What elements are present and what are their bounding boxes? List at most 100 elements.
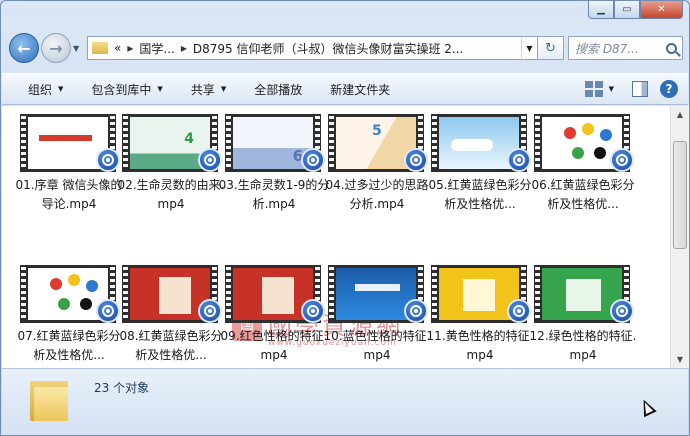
breadcrumb-overflow[interactable]: «	[114, 41, 121, 55]
file-item[interactable]: 12.绿色性格的特征.mp4	[530, 261, 636, 368]
film-reel-icon	[507, 299, 531, 323]
thumbnail-dot	[80, 298, 92, 310]
arrow-right-icon: →	[49, 38, 63, 58]
file-name: 10.蓝色性格的特征.mp4	[323, 329, 431, 362]
file-name: 07.红黄蓝绿色彩分析及性格优...	[17, 329, 121, 362]
forward-button[interactable]: →	[41, 33, 71, 63]
film-reel-icon	[301, 299, 325, 323]
organize-button[interactable]: 组织 ▼	[28, 81, 63, 98]
film-reel-icon	[301, 148, 325, 172]
film-reel-icon	[507, 148, 531, 172]
mouse-cursor-icon	[637, 396, 657, 418]
view-dropdown-icon[interactable]: ▼	[609, 85, 614, 93]
play-all-button[interactable]: 全部播放	[254, 81, 302, 98]
close-button[interactable]: ✕	[640, 1, 683, 19]
file-name: 03.生命灵数1-9的分析.mp4	[218, 178, 330, 211]
file-name: 12.绿色性格的特征.mp4	[529, 329, 637, 362]
help-icon[interactable]: ?	[660, 80, 678, 98]
file-item[interactable]: 01.序章 微信头像的导论.mp4	[16, 110, 122, 245]
caption-buttons: ▁ ▭ ✕	[588, 1, 683, 19]
maximize-icon: ▭	[622, 4, 632, 15]
scroll-down-button[interactable]: ▼	[671, 351, 689, 368]
chevron-up-icon: ▲	[676, 110, 684, 119]
thumbnail-dot	[600, 129, 612, 141]
thumbnail-dot	[86, 280, 98, 292]
file-name: 09.红色性格的特征.mp4	[220, 329, 328, 362]
preview-pane-icon[interactable]	[632, 81, 648, 97]
breadcrumb-item-current[interactable]: D8795 信仰老师（斗叔）微信头像财富实操班 2...	[193, 40, 464, 57]
search-input[interactable]: 搜索 D87...	[568, 36, 683, 60]
explorer-window: ▁ ▭ ✕ ← → ▼ « ▸ 国学... ▸ D8795 信仰老师（斗叔）微信…	[0, 0, 690, 436]
thumbnail-dot	[68, 274, 80, 286]
file-item[interactable]: 05.红黄蓝绿色彩分析及性格优...	[428, 110, 532, 245]
navigation-bar: ← → ▼ « ▸ 国学... ▸ D8795 信仰老师（斗叔）微信头像财富实操…	[9, 31, 683, 65]
organize-label: 组织	[28, 82, 53, 97]
breadcrumb-separator-icon[interactable]: ▸	[181, 41, 187, 55]
file-item[interactable]: 03.生命灵数1-9的分析.mp4	[219, 110, 329, 245]
recent-pages-dropdown[interactable]: ▼	[73, 44, 83, 53]
command-bar: 组织 ▼ 包含到库中 ▼ 共享 ▼ 全部播放 新建文件夹 ▼ ?	[2, 73, 688, 105]
close-icon: ✕	[657, 4, 666, 15]
film-reel-icon	[610, 299, 634, 323]
chevron-down-icon: ▼	[220, 85, 227, 93]
arrow-left-icon: ←	[17, 38, 31, 58]
include-library-label: 包含到库中	[91, 82, 152, 97]
refresh-button[interactable]: ↻	[538, 36, 564, 60]
search-icon[interactable]	[666, 42, 677, 54]
minimize-button[interactable]: ▁	[588, 1, 614, 19]
file-item[interactable]: 09.红色性格的特征.mp4	[221, 261, 327, 368]
thumbnail-dot	[50, 278, 62, 290]
file-item[interactable]: 04.过多过少的思路分析.mp4	[325, 110, 429, 245]
breadcrumb-separator-icon[interactable]: ▸	[127, 41, 133, 55]
file-name: 04.过多过少的思路分析.mp4	[325, 178, 429, 211]
film-reel-icon	[198, 148, 222, 172]
share-label: 共享	[190, 82, 215, 97]
file-item[interactable]: 02.生命灵数的由来.mp4	[118, 110, 224, 245]
chevron-down-icon: ▼	[526, 43, 533, 53]
film-reel-icon	[404, 148, 428, 172]
file-name: 11.黄色性格的特征.mp4	[426, 329, 534, 362]
status-bar: 23 个对象	[2, 368, 688, 435]
film-reel-icon	[198, 299, 222, 323]
address-dropdown-button[interactable]: ▼	[521, 37, 537, 59]
back-button[interactable]: ←	[9, 33, 39, 63]
minimize-icon: ▁	[597, 4, 605, 15]
file-name: 06.红黄蓝绿色彩分析及性格优...	[531, 178, 635, 211]
include-in-library-button[interactable]: 包含到库中 ▼	[91, 81, 162, 98]
file-name: 05.红黄蓝绿色彩分析及性格优...	[428, 178, 532, 211]
film-reel-icon	[610, 148, 634, 172]
refresh-icon: ↻	[545, 40, 556, 56]
chevron-down-icon: ▼	[58, 85, 64, 93]
view-icon[interactable]	[584, 81, 603, 97]
scroll-up-button[interactable]: ▲	[671, 106, 689, 123]
film-reel-icon	[96, 299, 120, 323]
chevron-down-icon: ▼	[676, 355, 684, 364]
chevron-down-icon: ▼	[157, 85, 163, 93]
chevron-down-icon: ▼	[73, 43, 80, 53]
thumbnail-dot	[564, 127, 576, 139]
folder-icon	[30, 377, 68, 421]
breadcrumb-item[interactable]: 国学...	[139, 40, 174, 57]
item-count: 23 个对象	[94, 381, 150, 395]
share-button[interactable]: 共享 ▼	[191, 81, 226, 98]
film-reel-icon	[96, 148, 120, 172]
vertical-scrollbar[interactable]: ▲ ▼	[670, 106, 689, 368]
thumbnail-dot	[58, 298, 70, 310]
search-placeholder: 搜索 D87...	[575, 41, 639, 56]
file-name: 02.生命灵数的由来.mp4	[117, 178, 225, 211]
file-item[interactable]: 06.红黄蓝绿色彩分析及性格优...	[531, 110, 635, 245]
new-folder-label: 新建文件夹	[330, 82, 391, 97]
play-all-label: 全部播放	[254, 82, 303, 97]
maximize-button[interactable]: ▭	[614, 1, 640, 19]
file-item[interactable]: 10.蓝色性格的特征.mp4	[324, 261, 430, 368]
view-controls: ▼ ?	[584, 80, 678, 98]
thumbnail-dot	[572, 147, 584, 159]
file-item[interactable]: 08.红黄蓝绿色彩分析及性格优...	[119, 261, 223, 368]
file-item[interactable]: 11.黄色性格的特征.mp4	[427, 261, 533, 368]
scroll-thumb[interactable]	[673, 141, 687, 249]
file-list[interactable]: 国 國學資源網 www.guoxueziyuan.com 01.序章 微信头像的…	[2, 106, 670, 368]
file-item[interactable]: 07.红黄蓝绿色彩分析及性格优...	[17, 261, 121, 368]
new-folder-button[interactable]: 新建文件夹	[330, 81, 390, 98]
address-bar[interactable]: « ▸ 国学... ▸ D8795 信仰老师（斗叔）微信头像财富实操班 2...…	[87, 36, 538, 60]
thumbnail-dot	[582, 123, 594, 135]
